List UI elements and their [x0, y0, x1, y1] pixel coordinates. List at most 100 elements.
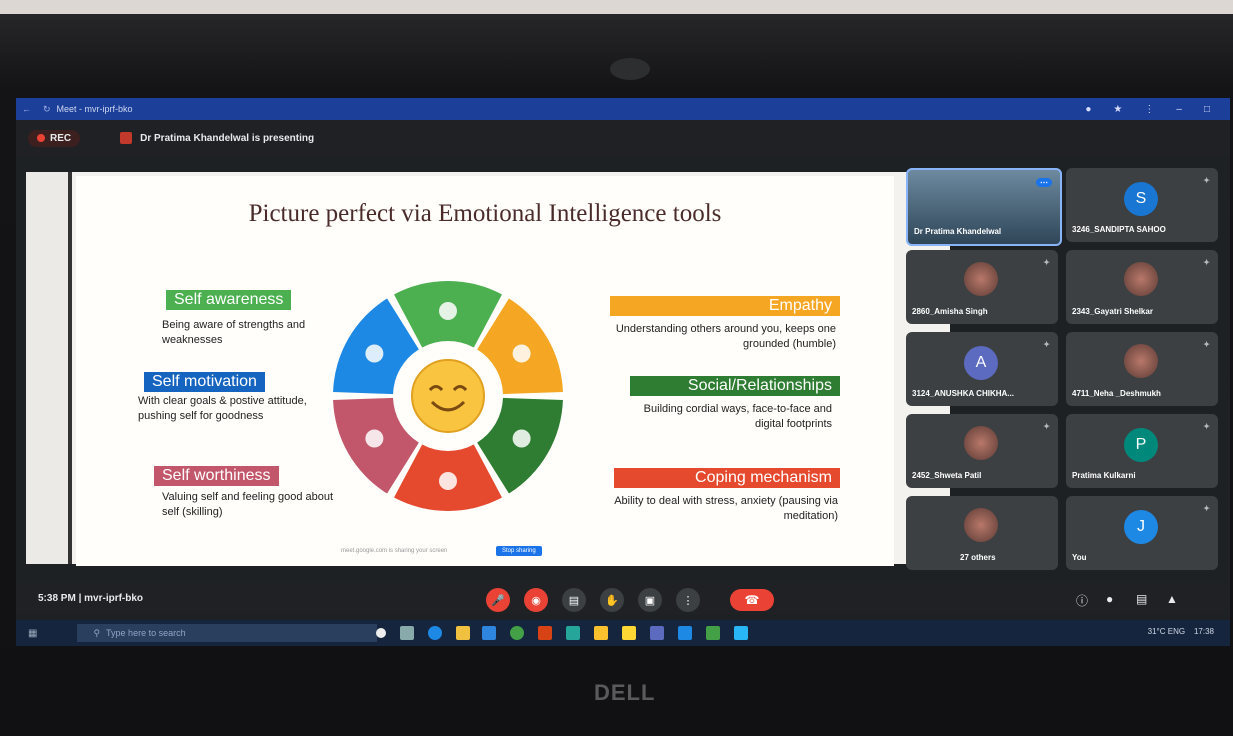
participant-name: 2860_Amisha Singh	[912, 307, 988, 316]
camera-off-button[interactable]: ◉	[524, 588, 548, 612]
browser-tab-title: Meet - mvr-iprf-bko	[56, 104, 133, 114]
muted-icon: ✦	[1043, 258, 1050, 267]
task-view-icon[interactable]	[400, 626, 414, 640]
muted-icon: ✦	[1043, 422, 1050, 431]
participant-tile[interactable]: ✦ 2452_Shweta Patil	[906, 414, 1058, 488]
vscode-icon[interactable]	[650, 626, 664, 640]
reload-icon[interactable]: ↻	[37, 104, 57, 115]
participant-tile[interactable]: ✦ 2343_Gayatri Shelkar	[1066, 250, 1218, 324]
participant-tile[interactable]: P ✦ Pratima Kulkarni	[1066, 414, 1218, 488]
drive-icon[interactable]	[622, 626, 636, 640]
participant-tile[interactable]: A ✦ 3124_ANUSHKA CHIKHA...	[906, 332, 1058, 406]
browser-title-bar: ← ↻ Meet - mvr-iprf-bko ● ★ ⋮ – □	[16, 98, 1230, 120]
avatar: P	[1124, 428, 1158, 462]
taskbar-search[interactable]: ⚲ Type here to search	[77, 624, 378, 642]
more-options-button[interactable]: ⋮	[676, 588, 700, 612]
avatar	[964, 262, 998, 296]
meeting-time-code: 5:38 PM | mvr-iprf-bko	[38, 592, 144, 604]
camera-permission-icon[interactable]: ●	[1085, 104, 1091, 115]
muted-icon: ✦	[1203, 258, 1210, 267]
extension-icon[interactable]: ★	[1113, 104, 1122, 115]
desc-self-awareness: Being aware of strengths and weaknesses	[162, 319, 306, 346]
segment-social-icon	[512, 429, 531, 448]
desc-coping-mechanism: Ability to deal with stress, anxiety (pa…	[614, 495, 838, 522]
present-button[interactable]: ▣	[638, 588, 662, 612]
search-icon: ⚲	[93, 627, 101, 638]
laptop-screen: ← ↻ Meet - mvr-iprf-bko ● ★ ⋮ – □ REC Dr…	[16, 98, 1230, 646]
label-social-relationships: Social/Relationships	[630, 376, 840, 396]
muted-icon: ✦	[1043, 340, 1050, 349]
label-coping-mechanism: Coping mechanism	[614, 468, 840, 488]
participant-tile[interactable]: J ✦ You	[1066, 496, 1218, 570]
dell-logo: DELL	[594, 680, 656, 705]
segment-empathy-icon	[512, 344, 531, 363]
presentation-slide: Picture perfect via Emotional Intelligen…	[76, 176, 894, 566]
chat-icon[interactable]: ▤	[1136, 592, 1147, 606]
people-icon[interactable]: ●	[1106, 592, 1113, 606]
weather-app-icon[interactable]	[734, 626, 748, 640]
search-placeholder: Type here to search	[106, 628, 186, 638]
segment-worthiness-icon	[365, 429, 384, 448]
chrome-icon[interactable]	[510, 626, 524, 640]
segment-coping-icon	[439, 472, 457, 490]
store-icon[interactable]	[482, 626, 496, 640]
sheets-icon[interactable]	[706, 626, 720, 640]
desc-self-worthiness: Valuing self and feeling good about self…	[162, 491, 334, 518]
cortana-icon[interactable]	[376, 628, 386, 638]
gmail-icon[interactable]	[538, 626, 552, 640]
participant-tile[interactable]: S ✦ 3246_SANDIPTA SAHOO	[1066, 168, 1218, 242]
leave-call-button[interactable]: ☎	[730, 589, 774, 611]
sharing-notice: meet.google.com is sharing your screen	[341, 548, 448, 554]
raise-hand-button[interactable]: ✋	[600, 588, 624, 612]
back-icon[interactable]: ←	[16, 104, 37, 114]
windows-start-icon[interactable]: ▦	[28, 628, 37, 639]
present-icon	[120, 132, 133, 144]
captions-button[interactable]: ▤	[562, 588, 586, 612]
avatar	[964, 508, 998, 542]
mic-off-button[interactable]: 🎤	[486, 588, 510, 612]
participant-name: 3124_ANUSHKA CHIKHA...	[912, 389, 1014, 398]
wheel-graphic	[333, 281, 563, 511]
participant-name: Pratima Kulkarni	[1072, 471, 1136, 480]
record-icon	[37, 134, 45, 142]
app-icon[interactable]	[678, 626, 692, 640]
participant-tile[interactable]: ✦ 2860_Amisha Singh	[906, 250, 1058, 324]
system-tray: 31°C ENG 17:38	[1148, 627, 1214, 636]
menu-icon[interactable]: ⋮	[1144, 104, 1154, 115]
presenting-banner: Dr Pratima Khandelwal is presenting	[120, 132, 314, 144]
photos-icon[interactable]	[566, 626, 580, 640]
tray-status: 31°C ENG	[1147, 627, 1186, 636]
label-empathy: Empathy	[610, 296, 840, 316]
tile-more-icon[interactable]: ⋯	[1036, 178, 1052, 187]
minimize-icon[interactable]: –	[1176, 104, 1182, 115]
info-icon[interactable]: ⓘ	[1076, 592, 1088, 609]
background-wall	[0, 0, 1233, 14]
stop-sharing-button[interactable]: Stop sharing	[496, 546, 542, 556]
participant-tile[interactable]: ⋯ Dr Pratima Khandelwal	[906, 168, 1062, 246]
muted-icon: ✦	[1203, 504, 1210, 513]
file-explorer-icon[interactable]	[456, 626, 470, 640]
emotional-intelligence-wheel	[321, 276, 576, 516]
muted-icon: ✦	[1203, 422, 1210, 431]
keep-icon[interactable]	[594, 626, 608, 640]
participant-name: 4711_Neha _Deshmukh	[1072, 389, 1161, 398]
slide-title: Picture perfect via Emotional Intelligen…	[248, 200, 722, 227]
edge-icon[interactable]	[428, 626, 442, 640]
participant-name: 2452_Shweta Patil	[912, 471, 982, 480]
participant-name: You	[1072, 553, 1087, 562]
maximize-icon[interactable]: □	[1204, 104, 1210, 115]
participant-name: 27 others	[960, 553, 996, 562]
avatar	[964, 426, 998, 460]
participant-name: 2343_Gayatri Shelkar	[1072, 307, 1153, 316]
segment-motivation-icon	[365, 344, 384, 363]
presenting-text: Dr Pratima Khandelwal is presenting	[140, 132, 315, 144]
avatar: J	[1124, 510, 1158, 544]
activities-icon[interactable]: ▲	[1166, 592, 1178, 606]
stage-divider	[68, 172, 72, 564]
participant-tile[interactable]: ✦ 4711_Neha _Deshmukh	[1066, 332, 1218, 406]
participant-name: 3246_SANDIPTA SAHOO	[1072, 225, 1166, 234]
recording-badge: REC	[28, 129, 81, 147]
taskbar-clock[interactable]: 17:38	[1194, 627, 1214, 636]
participant-name: Dr Pratima Khandelwal	[914, 227, 1002, 236]
participant-tile[interactable]: 27 others	[906, 496, 1058, 570]
